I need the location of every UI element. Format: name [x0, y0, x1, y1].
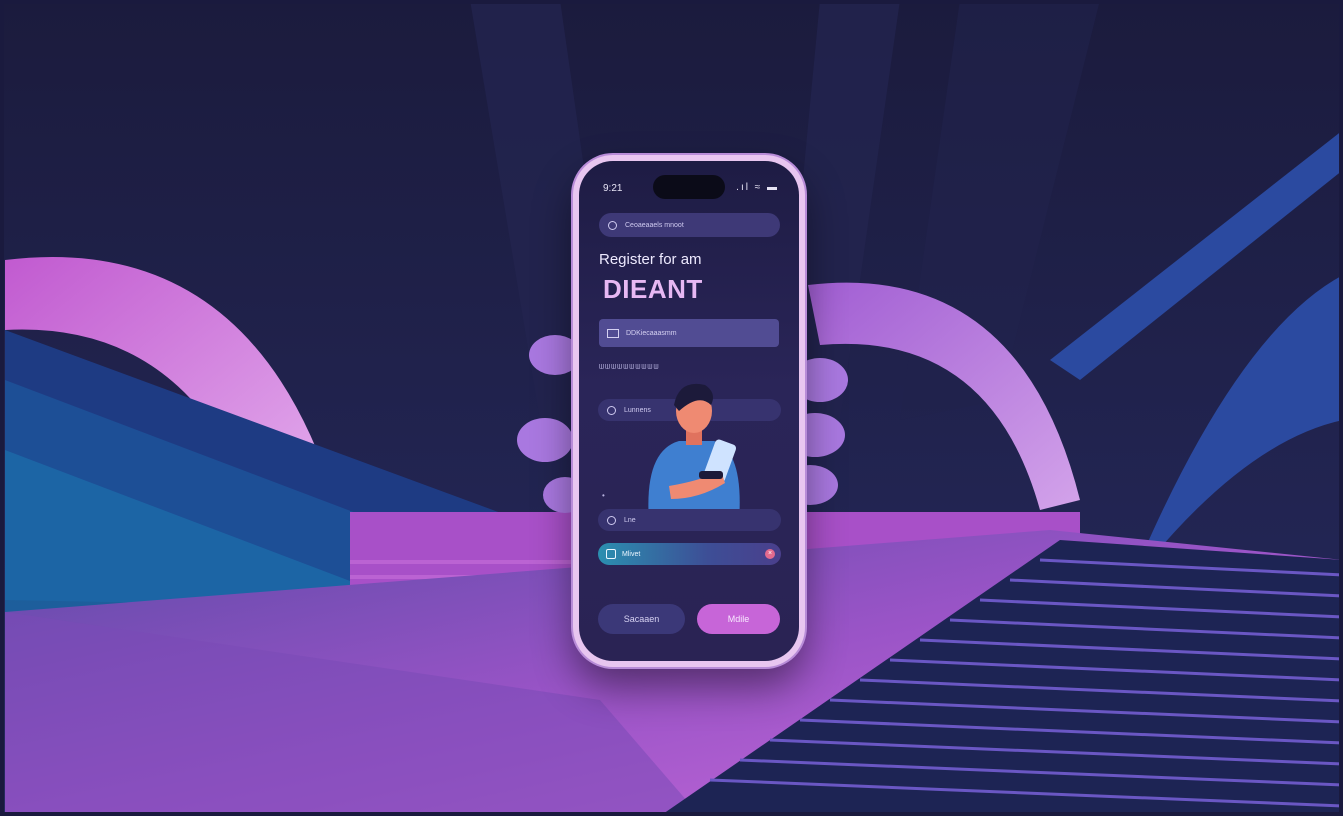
primary-button[interactable]: Mdile [697, 604, 780, 634]
bullet-marker: • [602, 491, 605, 500]
dynamic-island [653, 175, 725, 199]
secondary-button[interactable]: Sacaaen [598, 604, 685, 634]
circle-icon [607, 515, 616, 525]
primary-input-field[interactable]: DDKiecaaasmm [599, 319, 779, 347]
clear-icon[interactable]: × [765, 549, 775, 559]
signal-wifi-battery-icon: .ıl ≈ ▬ [736, 182, 779, 193]
selected-input-field[interactable]: Mlivet × [598, 543, 781, 565]
search-icon [608, 220, 617, 230]
selected-input-text: Mlivet [622, 550, 641, 558]
smartphone: 9:21 .ıl ≈ ▬ Ceoaeaaels mnoot Register f… [573, 155, 805, 667]
search-text: Ceoaeaaels mnoot [625, 221, 684, 229]
phone-screen: 9:21 .ıl ≈ ▬ Ceoaeaaels mnoot Register f… [579, 161, 799, 661]
tag-icon [606, 549, 616, 559]
person-illustration [648, 383, 740, 521]
user-icon [607, 405, 616, 415]
status-time: 9:21 [603, 183, 623, 194]
search-field[interactable]: Ceoaeaaels mnoot [599, 213, 780, 237]
small-input-text: Lne [624, 516, 636, 524]
app-name-heading: DIEANT [603, 274, 703, 304]
primary-input-text: DDKiecaaasmm [626, 329, 677, 337]
small-input-field[interactable]: Lne [598, 509, 781, 531]
card-icon [607, 328, 619, 338]
register-heading: Register for am [599, 251, 702, 268]
